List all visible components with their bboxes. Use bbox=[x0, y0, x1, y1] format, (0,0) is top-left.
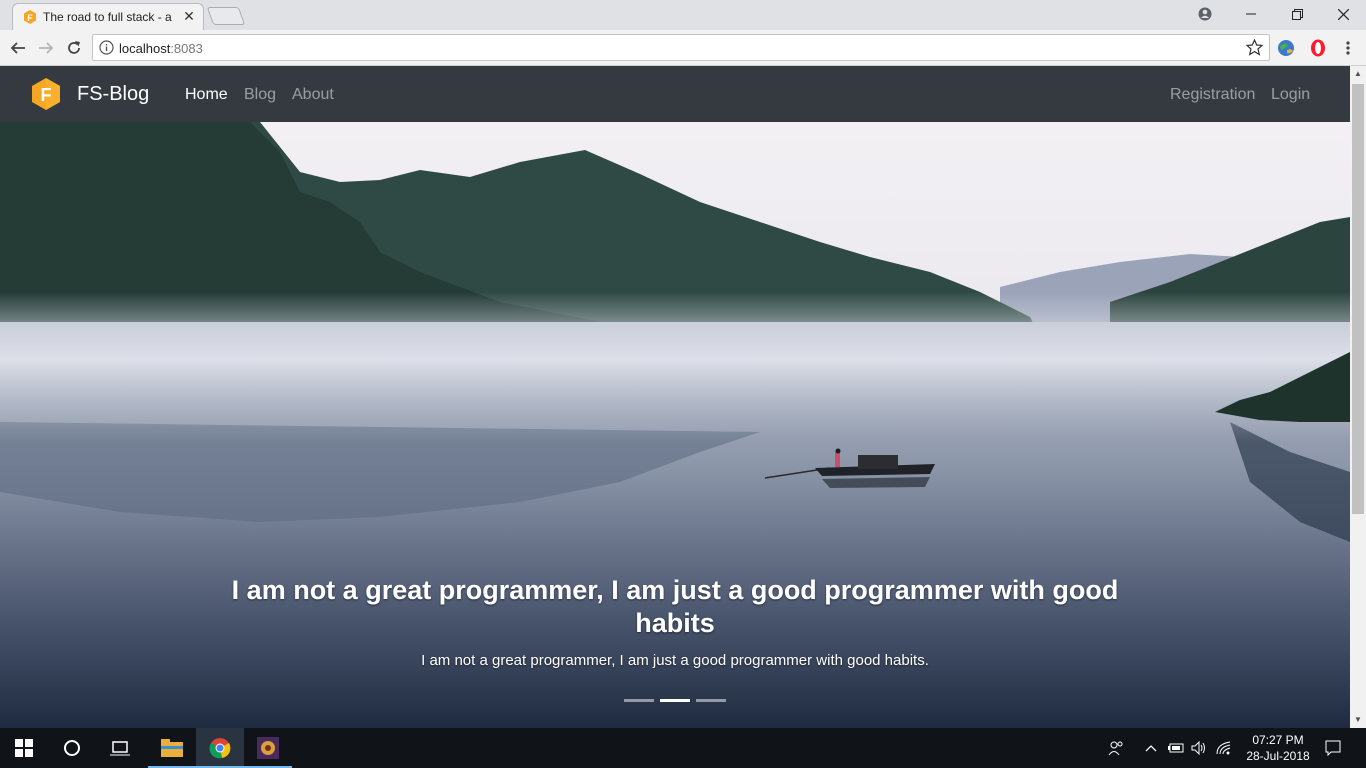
battery-icon[interactable] bbox=[1166, 738, 1186, 758]
extension-globe-icon[interactable] bbox=[1276, 38, 1296, 58]
game-app-icon[interactable] bbox=[244, 728, 292, 768]
close-tab-icon[interactable]: ✕ bbox=[181, 8, 197, 24]
windows-taskbar: 07:27 PM 28-Jul-2018 bbox=[0, 728, 1366, 768]
task-view-icon[interactable] bbox=[96, 728, 144, 768]
url-text[interactable]: localhost:8083 bbox=[119, 41, 203, 56]
nav-about[interactable]: About bbox=[292, 86, 334, 104]
cortana-search-icon[interactable] bbox=[48, 728, 96, 768]
taskbar-clock[interactable]: 07:27 PM 28-Jul-2018 bbox=[1238, 732, 1318, 764]
browser-tab[interactable]: F The road to full stack - a ✕ bbox=[12, 3, 204, 30]
carousel-indicator-1[interactable] bbox=[624, 699, 654, 702]
browser-toolbar: localhost:8083 bbox=[0, 30, 1366, 66]
svg-text:F: F bbox=[41, 85, 52, 105]
bookmark-star-icon[interactable] bbox=[1246, 39, 1263, 56]
file-explorer-icon[interactable] bbox=[148, 728, 196, 768]
page-scrollbar[interactable]: ▲ ▼ bbox=[1350, 66, 1366, 728]
svg-text:F: F bbox=[27, 13, 33, 23]
people-icon[interactable] bbox=[1106, 738, 1126, 758]
forward-arrow-icon[interactable] bbox=[34, 36, 58, 60]
site-favicon-icon: F bbox=[24, 10, 36, 24]
brand-name[interactable]: FS-Blog bbox=[77, 83, 149, 106]
start-button[interactable] bbox=[0, 728, 48, 768]
new-tab-button[interactable] bbox=[206, 7, 246, 25]
opera-extension-icon[interactable] bbox=[1308, 38, 1328, 58]
caption-text: I am not a great programmer, I am just a… bbox=[421, 652, 929, 669]
tab-title: The road to full stack - a bbox=[43, 10, 172, 24]
info-icon[interactable] bbox=[99, 40, 114, 55]
address-bar[interactable]: localhost:8083 bbox=[92, 34, 1270, 61]
hero-carousel: I am not a great programmer, I am just a… bbox=[0, 122, 1350, 728]
nav-registration[interactable]: Registration bbox=[1170, 86, 1255, 104]
wifi-icon[interactable] bbox=[1214, 738, 1234, 758]
chrome-menu-icon[interactable] bbox=[1336, 36, 1360, 60]
back-arrow-icon[interactable] bbox=[6, 36, 30, 60]
caption-title: I am not a great programmer, I am just a… bbox=[231, 575, 1119, 638]
scrollbar-thumb[interactable] bbox=[1352, 84, 1364, 514]
minimize-button[interactable] bbox=[1228, 0, 1274, 28]
nav-blog[interactable]: Blog bbox=[244, 86, 276, 104]
carousel-indicator-2[interactable] bbox=[660, 699, 690, 702]
site-navbar: F FS-Blog Home Blog About Registration L… bbox=[0, 66, 1350, 122]
restore-button[interactable] bbox=[1274, 0, 1320, 28]
volume-icon[interactable] bbox=[1189, 738, 1209, 758]
scroll-down-arrow-icon[interactable]: ▼ bbox=[1350, 712, 1366, 728]
carousel-indicator-3[interactable] bbox=[696, 699, 726, 702]
chrome-taskbar-icon[interactable] bbox=[196, 728, 244, 768]
profile-icon[interactable] bbox=[1182, 0, 1228, 28]
close-window-button[interactable] bbox=[1320, 0, 1366, 28]
windows-logo-icon bbox=[15, 739, 33, 757]
nav-login[interactable]: Login bbox=[1271, 86, 1310, 104]
brand-logo-icon[interactable]: F bbox=[30, 77, 62, 111]
nav-home[interactable]: Home bbox=[185, 86, 228, 104]
scroll-up-arrow-icon[interactable]: ▲ bbox=[1350, 66, 1366, 82]
tab-strip: F The road to full stack - a ✕ bbox=[0, 0, 1366, 30]
clock-time: 07:27 PM bbox=[1252, 733, 1304, 747]
reload-icon[interactable] bbox=[62, 36, 86, 60]
action-center-icon[interactable] bbox=[1323, 738, 1343, 758]
show-hidden-icons-chevron-icon[interactable] bbox=[1141, 738, 1161, 758]
page-viewport: F FS-Blog Home Blog About Registration L… bbox=[0, 66, 1350, 728]
clock-date: 28-Jul-2018 bbox=[1246, 749, 1310, 763]
